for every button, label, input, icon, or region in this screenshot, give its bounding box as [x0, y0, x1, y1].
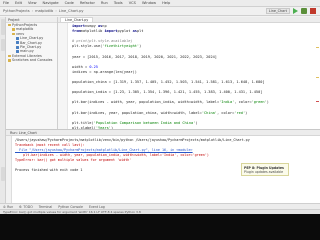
bottom-tab[interactable]: Python Console	[58, 205, 83, 209]
bottom-tab[interactable]: 4: Run	[3, 205, 13, 209]
code-token: plt.style.use(	[72, 44, 103, 49]
console-line: Process finished with exit code 1	[15, 168, 83, 172]
menu-item-window[interactable]: Window	[142, 1, 156, 5]
run-panel-header: Run: Line_Chart	[6, 130, 320, 136]
code-token: plt.bar(indices - width, year, populatio…	[72, 100, 220, 105]
bottom-tab[interactable]: Terminal	[39, 205, 52, 209]
code-token: indices = np.arange(len(year))	[72, 69, 137, 74]
tree-item-label: Scratches and Consoles	[12, 58, 53, 63]
code-token: , color=	[216, 110, 235, 115]
code-token: 'fivethirtyeight'	[102, 44, 140, 49]
code-token: year = [2015, 2016, 2017, 2018, 2019, 20…	[72, 54, 217, 59]
notification-popup[interactable]: PEP 8: Plugin Updates Plugin updates ava…	[241, 163, 289, 176]
code-token: 'China'	[201, 110, 217, 115]
menu-item-file[interactable]: File	[3, 1, 9, 5]
menu-bar: File Edit View Navigate Code Refactor Run Tools…	[0, 0, 320, 7]
breadcrumb-separator: ›	[31, 9, 34, 13]
code-token: pyplot	[117, 29, 133, 34]
debug-icon[interactable]	[301, 8, 307, 14]
menu-item-run[interactable]: Run	[101, 1, 108, 5]
bottom-tab[interactable]: Event Log	[89, 205, 105, 209]
menu-item-navigate[interactable]: Navigate	[43, 1, 59, 5]
code-token: )	[266, 100, 269, 105]
code-token: 'red'	[234, 110, 246, 115]
line-gutter	[58, 23, 68, 129]
menu-item-help[interactable]: Help	[162, 1, 170, 5]
code-line[interactable]: plt.bar(indices - width, year, populatio…	[72, 100, 269, 105]
code-token: plt.bar(indices, year, population_china,…	[72, 110, 202, 115]
code-token: , color=	[234, 100, 252, 105]
run-panel-toolbar	[6, 136, 12, 203]
code-line[interactable]: population_india = [1.23, 1.305, 1.354, …	[72, 90, 269, 95]
menu-item-tools[interactable]: Tools	[114, 1, 123, 5]
stop-icon[interactable]	[310, 8, 316, 14]
python-file-icon	[16, 45, 19, 49]
code-token: plt	[136, 29, 144, 34]
code-area[interactable]: importnumpy asnp frommatplotlib importpyp…	[72, 24, 269, 129]
menu-item-view[interactable]: View	[28, 1, 37, 5]
breadcrumb-item[interactable]: Line_Chart.py	[59, 9, 84, 13]
navigation-toolbar: PythonProjects › matplotlib › Line_Chart.py …	[0, 7, 320, 16]
folder-icon	[8, 59, 11, 62]
code-line[interactable]: population_china = [1.319, 1.357, 1.405,…	[72, 80, 269, 85]
code-token: numpy	[84, 24, 98, 28]
project-panel: Project PythonProjects matplotlib venv Line…	[6, 17, 58, 129]
menu-item-edit[interactable]: Edit	[15, 1, 22, 5]
tab-line-chart[interactable]: Line_Chart.py	[60, 17, 94, 22]
tree-item[interactable]: Scratches and Consoles	[6, 58, 57, 62]
code-token: matplotlib	[80, 29, 105, 34]
code-token: # print(plt.style.available)	[72, 39, 133, 44]
code-token: width =	[72, 64, 90, 69]
run-configuration-select[interactable]: Line_Chart	[265, 8, 290, 14]
project-tree: PythonProjects matplotlib venv Line_Chart.p…	[6, 23, 57, 63]
code-token: )	[245, 110, 248, 115]
code-token: import	[104, 29, 118, 34]
run-controls: Line_Chart	[265, 8, 316, 14]
structure-tool-tab[interactable]	[1, 39, 5, 51]
code-token: np	[102, 24, 107, 28]
code-editor[interactable]: Line_Chart.py importnumpy asnp frommatplo…	[58, 17, 320, 129]
folder-icon	[12, 28, 15, 31]
code-token: 'India'	[219, 100, 235, 105]
code-token: )	[139, 44, 142, 49]
bottom-tab[interactable]: 6: TODO	[19, 205, 33, 209]
breadcrumb-separator: ›	[55, 9, 57, 13]
menu-item-code[interactable]: Code	[65, 1, 74, 5]
editor-tabs: Line_Chart.py	[58, 17, 320, 23]
menu-item-vcs[interactable]: VCS	[129, 1, 136, 5]
folder-icon	[8, 54, 11, 58]
code-token: population_india = [1.23, 1.305, 1.354, …	[72, 90, 263, 95]
breadcrumb-item[interactable]: matplotlib	[35, 9, 53, 13]
code-token: 'green'	[251, 100, 267, 105]
code-token: plt.title(	[72, 120, 94, 125]
breadcrumb: PythonProjects › matplotlib › Line_Chart.py	[3, 9, 86, 13]
code-token: import	[72, 24, 85, 28]
notification-body: Plugin updates available	[244, 170, 284, 174]
warning-marker[interactable]	[316, 77, 319, 79]
warning-marker[interactable]	[316, 47, 319, 49]
python-file-icon	[16, 36, 19, 40]
folder-icon	[8, 23, 11, 27]
code-token: 'Population Comparison between India and…	[93, 120, 196, 125]
code-line[interactable]: plt.bar(indices, year, population_china,…	[72, 111, 269, 116]
video-letterbox	[0, 214, 320, 240]
console-output[interactable]: /Users/jayushaw/PycharmProjects/matplotl…	[15, 138, 250, 173]
error-marker[interactable]	[316, 101, 319, 103]
run-icon[interactable]	[293, 8, 298, 14]
menu-item-refactor[interactable]: Refactor	[80, 1, 95, 5]
python-file-icon	[16, 41, 19, 45]
favorites-tool-tab[interactable]	[1, 167, 5, 181]
folder-icon	[12, 32, 15, 36]
code-token: from	[72, 29, 81, 34]
breadcrumb-item[interactable]: PythonProjects	[3, 9, 30, 13]
python-file-icon	[16, 50, 19, 54]
project-tool-tab[interactable]	[1, 19, 5, 35]
code-token: population_china = [1.319, 1.357, 1.405,…	[72, 80, 265, 85]
code-token: 0.25	[89, 64, 98, 69]
code-token: )	[195, 120, 198, 125]
